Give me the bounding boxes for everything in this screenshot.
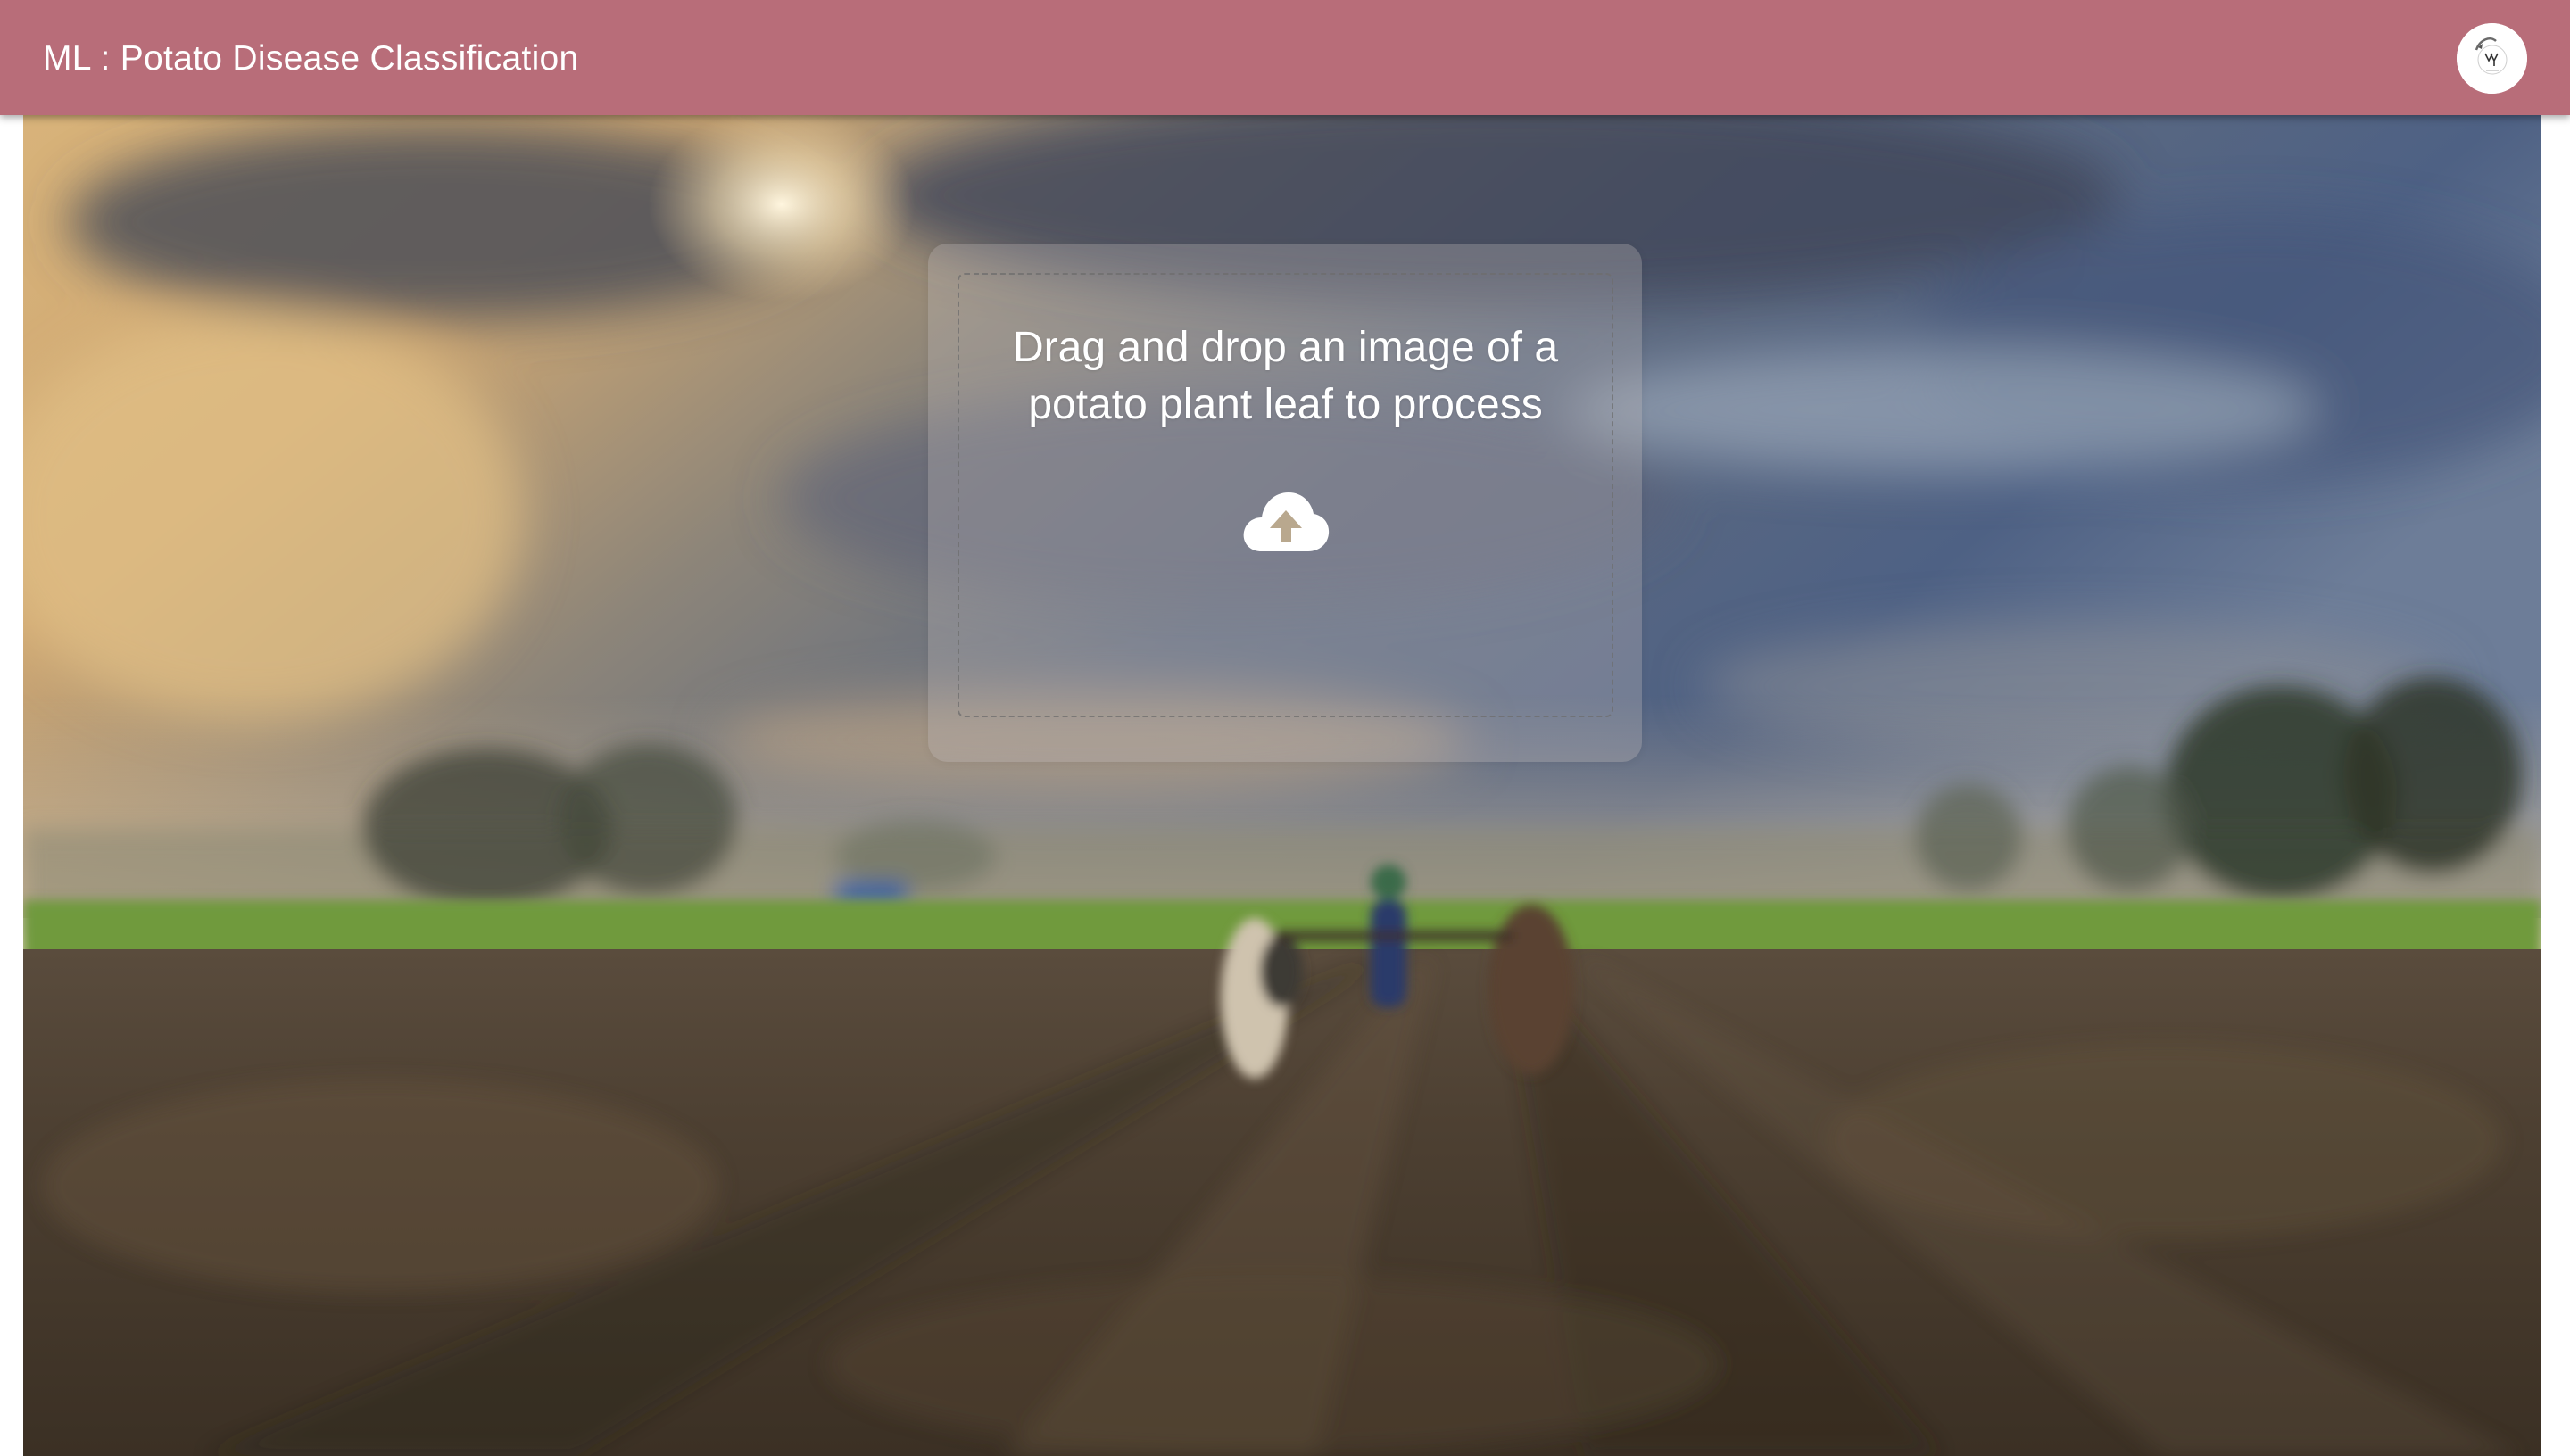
cloud-upload-icon[interactable]	[1240, 487, 1331, 555]
image-dropzone[interactable]: Drag and drop an image of a potato plant…	[958, 273, 1613, 717]
dropzone-prompt: Drag and drop an image of a potato plant…	[1012, 324, 1559, 428]
app-root: ML : Potato Disease Classification Drag …	[0, 0, 2570, 1456]
user-avatar-icon[interactable]	[2457, 23, 2527, 94]
upload-card: Drag and drop an image of a potato plant…	[928, 244, 1642, 762]
app-header: ML : Potato Disease Classification	[0, 0, 2570, 115]
app-title: ML : Potato Disease Classification	[43, 39, 579, 78]
